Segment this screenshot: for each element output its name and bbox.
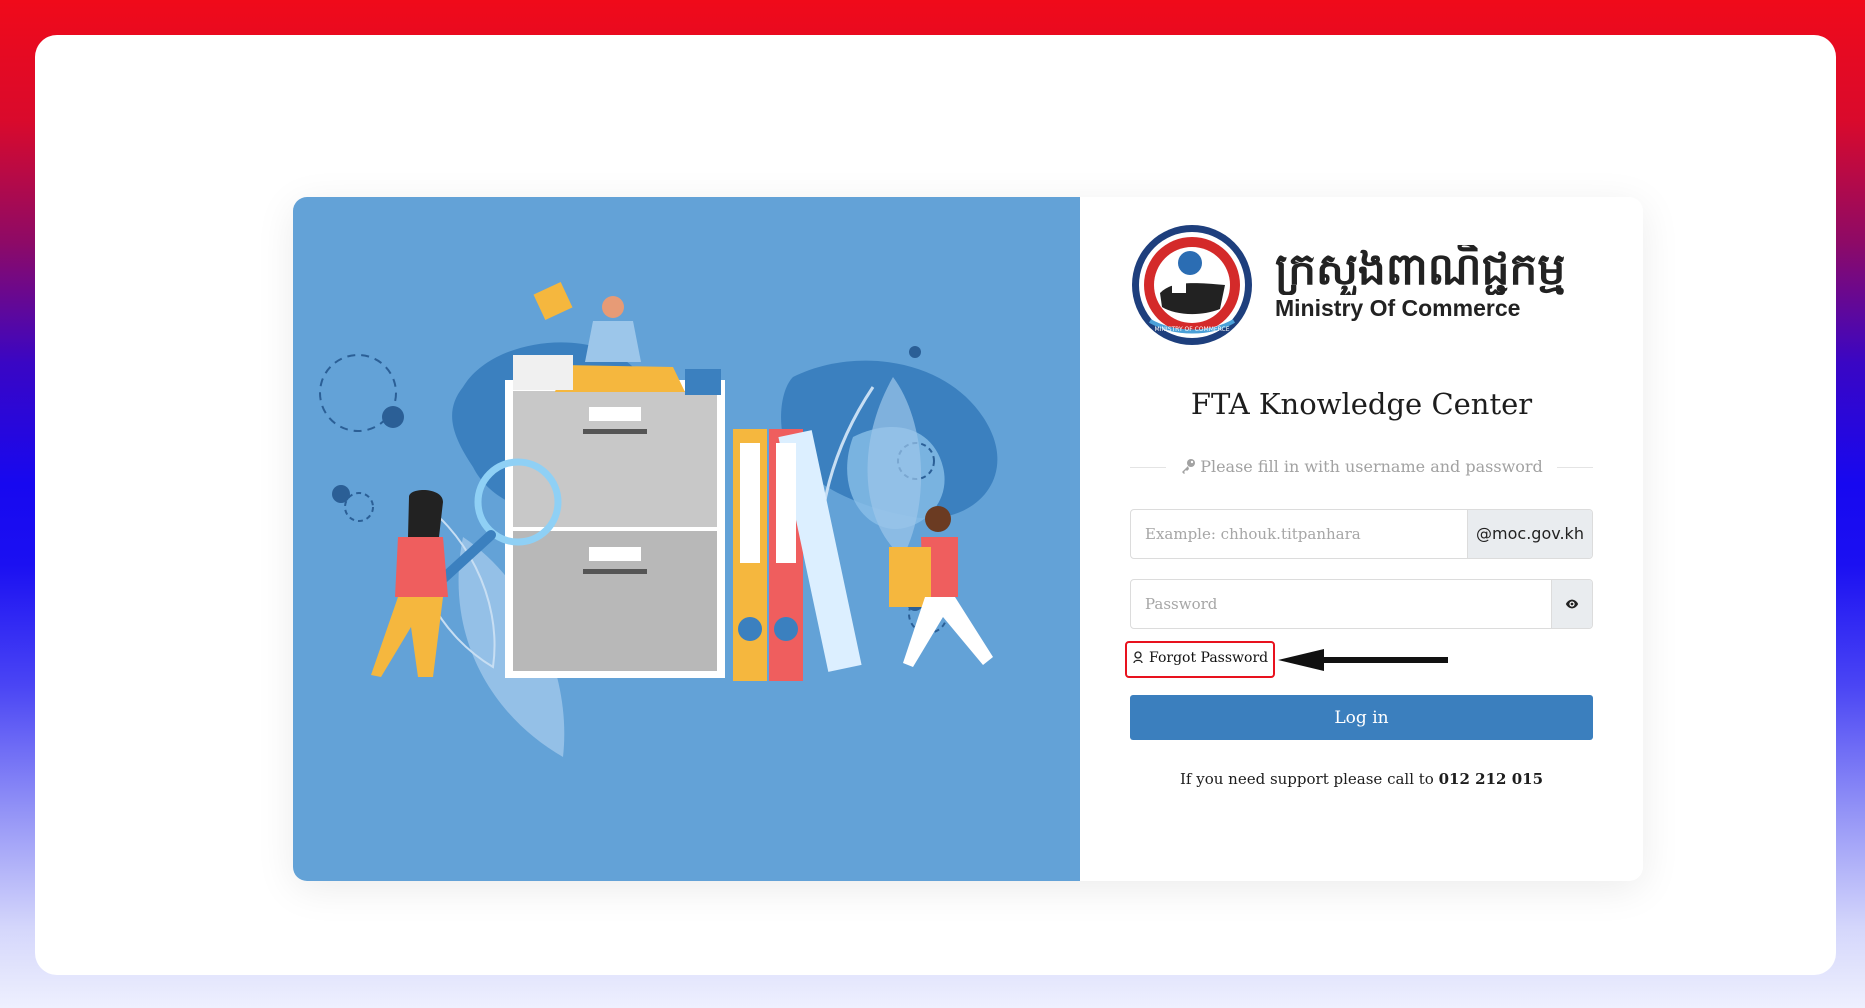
page-frame: MINISTRY OF COMMERCE ក្រសួងពាណិជ្ជកម្ម M… [35, 35, 1836, 975]
password-input[interactable] [1131, 580, 1541, 628]
arrow-left-icon [1278, 649, 1448, 671]
login-card: MINISTRY OF COMMERCE ក្រសួងពាណិជ្ជកម្ម M… [293, 197, 1643, 881]
forgot-password-label: Forgot Password [1149, 650, 1269, 666]
illustration-panel [293, 197, 1080, 881]
support-text: If you need support please call to [1179, 770, 1434, 788]
forgot-password-highlight: Forgot Password [1125, 641, 1275, 678]
hint-divider: Please fill in with username and passwor… [1130, 455, 1593, 479]
login-panel: MINISTRY OF COMMERCE ក្រសួងពាណិជ្ជកម្ម M… [1080, 197, 1643, 881]
user-icon [1133, 651, 1143, 664]
forgot-password-link[interactable]: Forgot Password [1133, 650, 1268, 666]
support-phone: 012 212 015 [1438, 770, 1544, 788]
login-hint-text: Please fill in with username and passwor… [1200, 457, 1543, 476]
login-button[interactable]: Log in [1130, 695, 1593, 740]
filing-cabinet-illustration [319, 281, 998, 757]
page-title: FTA Knowledge Center [1190, 387, 1533, 421]
domain-suffix: @moc.gov.kh [1467, 510, 1592, 558]
password-toggle-button[interactable] [1551, 580, 1592, 628]
ministry-logo: MINISTRY OF COMMERCE [1132, 225, 1252, 345]
key-icon [1182, 459, 1196, 474]
svg-text:MINISTRY OF COMMERCE: MINISTRY OF COMMERCE [1154, 326, 1229, 333]
login-hint: Please fill in with username and passwor… [1130, 455, 1593, 479]
password-field [1130, 579, 1593, 629]
support-info: If you need support please call to 012 2… [1080, 770, 1643, 788]
brand-name-khmer: ក្រសួងពាណិជ្ជកម្ម [1275, 245, 1566, 295]
username-input[interactable] [1131, 510, 1469, 558]
username-field: @moc.gov.kh [1130, 509, 1593, 559]
brand-name-english: Ministry Of Commerce [1275, 295, 1521, 321]
eye-icon [1565, 599, 1579, 609]
